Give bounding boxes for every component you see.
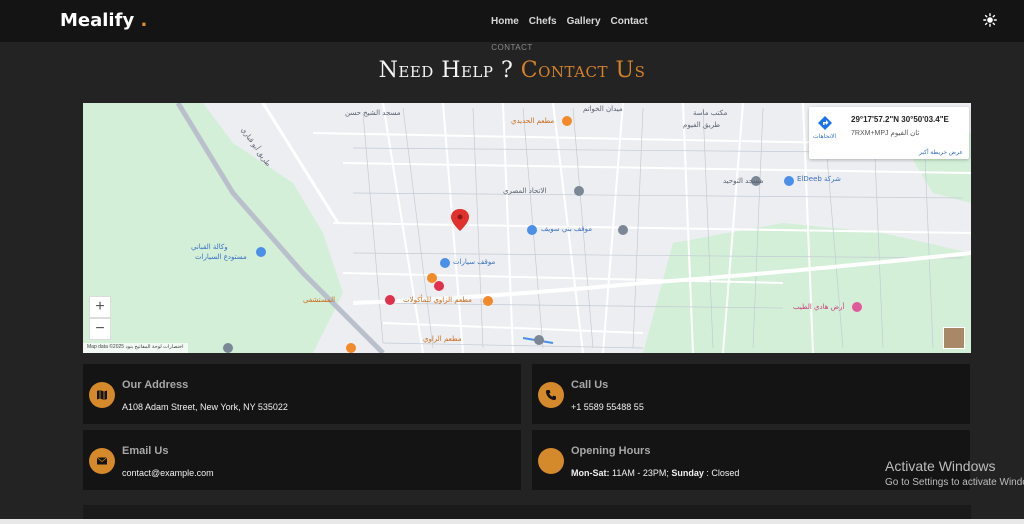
weekday-label: Mon-Sat: — [571, 468, 610, 478]
brand-logo[interactable]: Mealify . — [60, 10, 147, 31]
map-label: موقف سيارات — [453, 258, 496, 266]
nav-home[interactable]: Home — [491, 16, 519, 27]
sunday-label: Sunday — [668, 468, 704, 478]
directions-link[interactable]: الاتجاهات — [813, 133, 836, 140]
navbar: Mealify . Home Chefs Gallery Contact — [0, 0, 1024, 42]
address-title: Our Address — [122, 379, 189, 391]
weekday-hours: 11AM - 23PM; — [609, 468, 669, 478]
section-title: Need Help ? Contact Us — [0, 58, 1024, 83]
phone-icon — [538, 382, 564, 408]
larger-map-link[interactable]: عرض خريطة أكبر — [919, 149, 963, 156]
map-label: مطعم الزاوي للمأكولات — [403, 296, 472, 304]
phone-number[interactable]: +1 5589 55488 55 — [571, 402, 644, 412]
zoom-out-button[interactable]: − — [89, 318, 111, 340]
email-address[interactable]: contact@example.com — [122, 468, 214, 478]
directions-icon[interactable] — [817, 115, 833, 131]
email-title: Email Us — [122, 445, 169, 457]
map-label: الاتحاد المصري — [503, 187, 547, 195]
zoom-in-button[interactable]: + — [89, 296, 111, 318]
map-label: مطعم الحديدي — [511, 117, 555, 125]
envelope-icon — [89, 448, 115, 474]
watermark-title: Activate Windows — [885, 458, 996, 474]
sun-icon[interactable] — [983, 13, 997, 27]
map-label: مستودع السيارات — [195, 253, 247, 261]
map-label: ميدان الخواتم — [583, 105, 623, 113]
map-label: مسجد التوحيد — [723, 177, 764, 185]
map-label: طريق الفيوم — [683, 121, 721, 129]
map-footer: Map data ©2025 اختصارات لوحة المفاتيح بن… — [83, 343, 188, 353]
email-card: Email Us contact@example.com — [83, 430, 521, 490]
call-card: Call Us +1 5589 55488 55 — [532, 364, 970, 424]
activate-windows-watermark: Activate Windows Go to Settings to activ… — [885, 458, 1024, 488]
brand-dot: . — [140, 10, 148, 31]
address-text: A108 Adam Street, New York, NY 535022 — [122, 402, 288, 412]
map-label: مطعم الراوي — [423, 335, 462, 343]
brand-name: Mealify — [60, 10, 135, 31]
address-card: Our Address A108 Adam Street, New York, … — [83, 364, 521, 424]
nav-links: Home Chefs Gallery Contact — [491, 16, 648, 27]
map-icon — [89, 382, 115, 408]
nav-gallery[interactable]: Gallery — [567, 16, 601, 27]
nav-chefs[interactable]: Chefs — [529, 16, 557, 27]
embedded-map[interactable]: مسجد الشيخ حسن مطعم الحديدي ميدان الخوات… — [83, 103, 971, 353]
hours-title: Opening Hours — [571, 445, 651, 457]
sunday-hours: : Closed — [703, 468, 740, 478]
taskbar-edge — [0, 519, 1024, 524]
section-title-main: Need Help ? — [378, 58, 514, 83]
map-info-card: الاتجاهات 29°17'57.2"N 30°50'03.4"E 7RXM… — [809, 107, 969, 159]
section-title-accent: Contact Us — [520, 58, 646, 83]
map-plus-code: 7RXM+MPJ ثان الفيوم — [851, 130, 920, 137]
nav-contact[interactable]: Contact — [611, 16, 648, 27]
map-label: مكتب ماسة — [693, 109, 728, 117]
hours-text: Mon-Sat: 11AM - 23PM; Sunday : Closed — [571, 468, 739, 478]
map-label: ElDeeb شركة — [797, 175, 841, 183]
map-label: أرض هادي الطيب — [793, 303, 845, 311]
street-view-icon[interactable] — [943, 327, 965, 349]
watermark-subtitle: Go to Settings to activate Windows. — [885, 477, 1024, 488]
map-label: وكالة القباني — [191, 243, 228, 251]
clock-icon — [538, 448, 564, 474]
map-label: مسجد الشيخ حسن — [345, 109, 401, 117]
call-title: Call Us — [571, 379, 609, 391]
map-coordinates: 29°17'57.2"N 30°50'03.4"E — [851, 115, 949, 124]
map-label: موقف بني سويف — [541, 225, 592, 233]
section-eyebrow: CONTACT — [491, 43, 533, 52]
map-label: المستشفى — [303, 296, 336, 304]
